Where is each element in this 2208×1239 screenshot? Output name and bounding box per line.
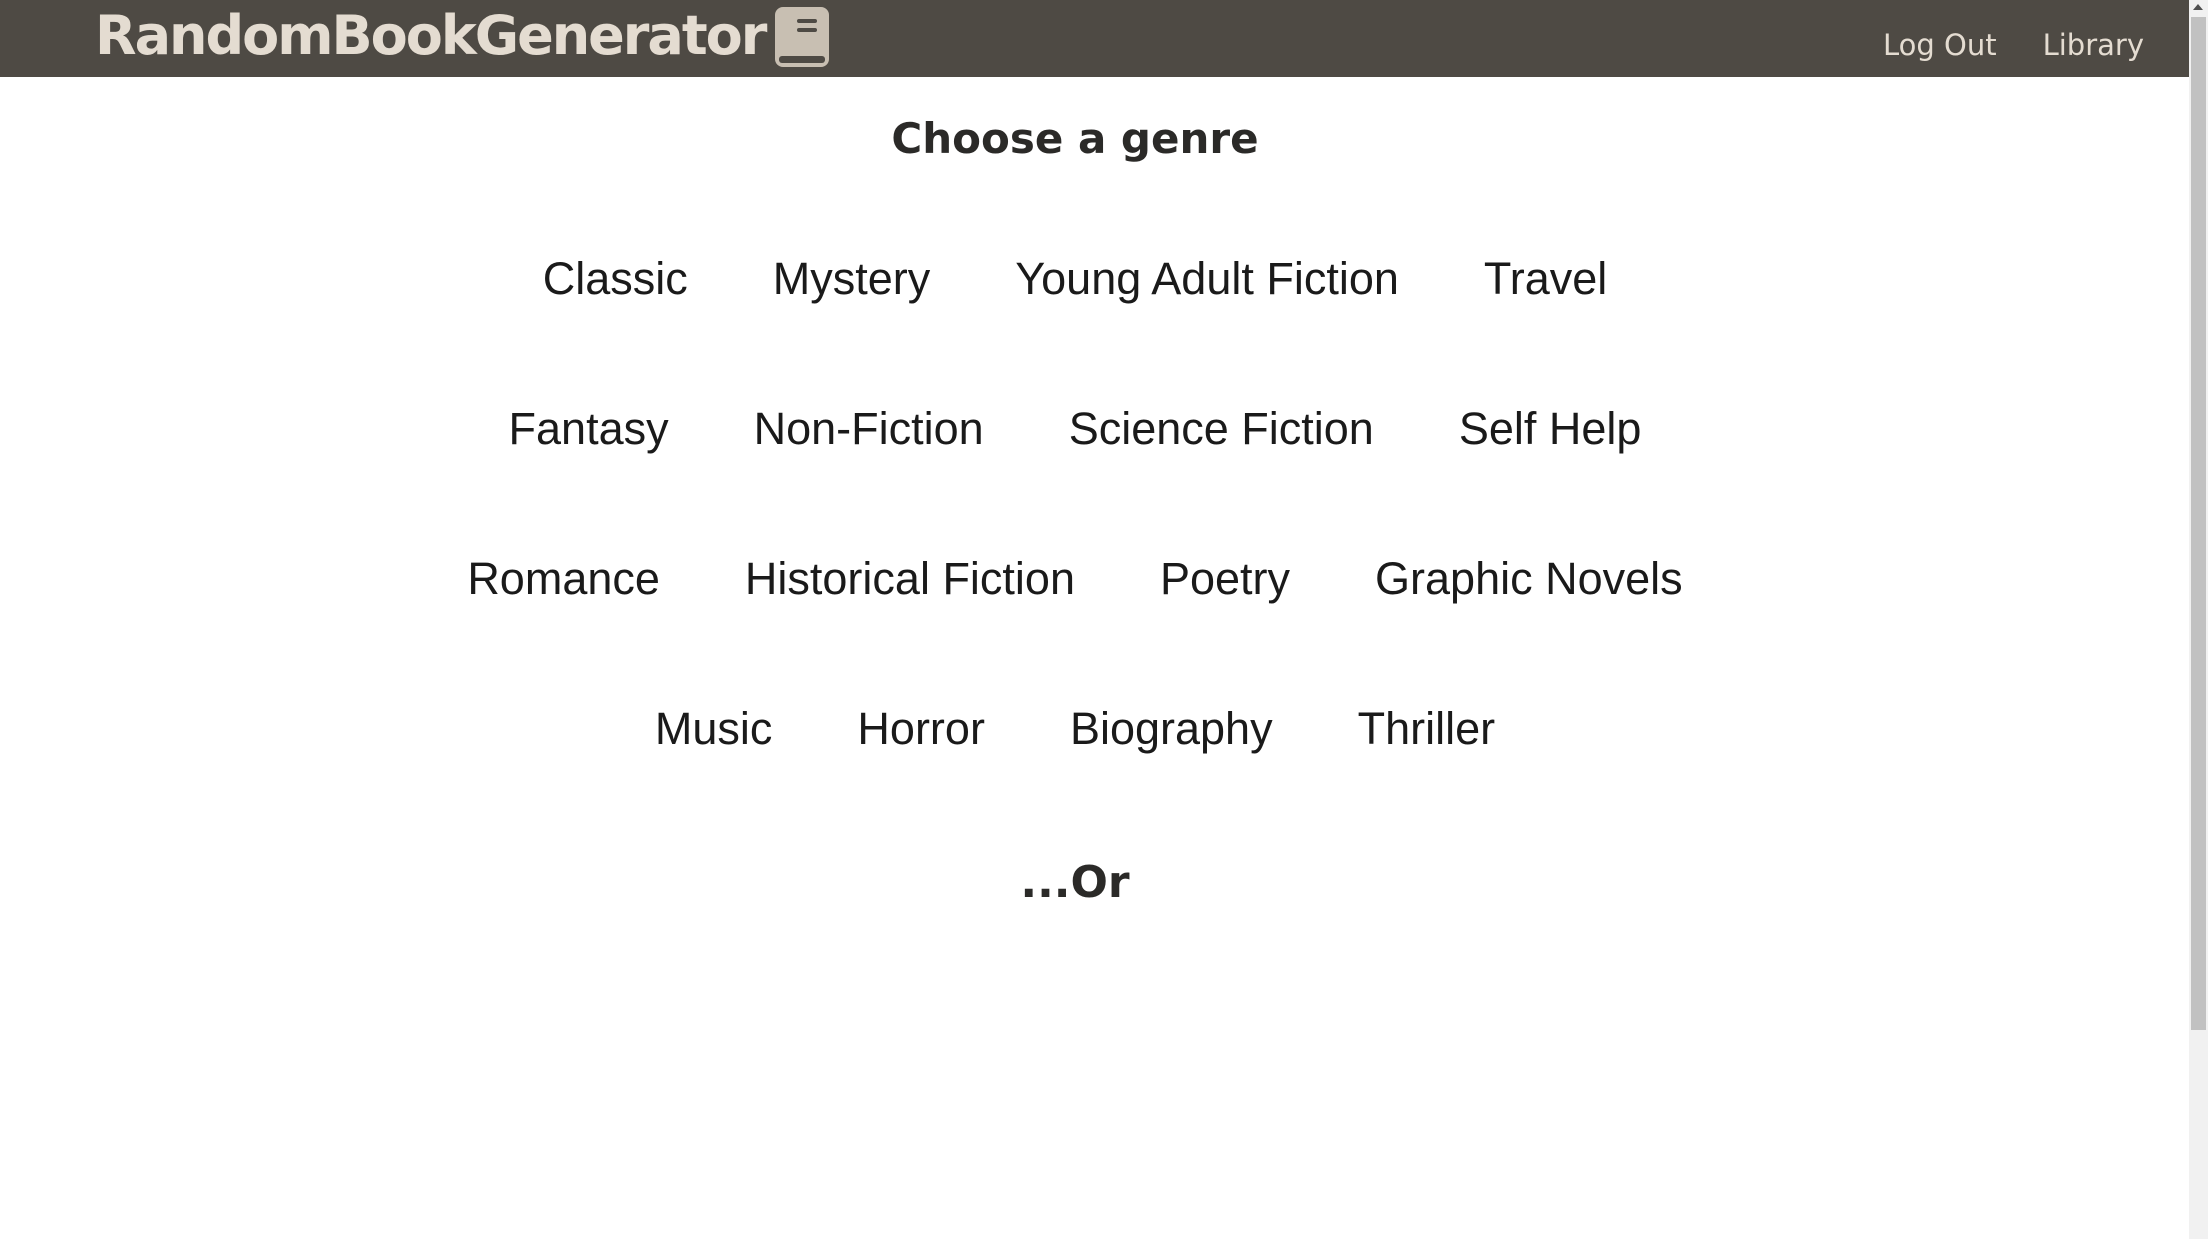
or-separator-text: ...Or [1020,857,1130,908]
genre-link-thriller[interactable]: Thriller [1358,706,1496,751]
logout-link[interactable]: Log Out [1883,28,1997,62]
genre-link-poetry[interactable]: Poetry [1160,556,1290,601]
genre-link-music[interactable]: Music [655,706,773,751]
genre-link-travel[interactable]: Travel [1484,256,1607,301]
genre-row: Music Horror Biography Thriller [0,706,2150,751]
genre-link-romance[interactable]: Romance [467,556,660,601]
genre-link-science-fiction[interactable]: Science Fiction [1069,406,1374,451]
genre-link-classic[interactable]: Classic [543,256,688,301]
genre-link-non-fiction[interactable]: Non-Fiction [754,406,984,451]
vertical-scrollbar[interactable] [2189,0,2208,1239]
scroll-up-arrow-icon[interactable] [2193,4,2203,10]
genre-link-horror[interactable]: Horror [857,706,985,751]
genre-link-self-help[interactable]: Self Help [1459,406,1642,451]
library-link[interactable]: Library [2043,28,2144,62]
genre-row: Classic Mystery Young Adult Fiction Trav… [0,256,2150,301]
genre-row: Fantasy Non-Fiction Science Fiction Self… [0,406,2150,451]
genre-link-historical-fiction[interactable]: Historical Fiction [745,556,1075,601]
top-navbar: RandomBookGenerator Log Out Library [0,0,2189,77]
genre-link-fantasy[interactable]: Fantasy [509,406,669,451]
genre-link-young-adult-fiction[interactable]: Young Adult Fiction [1015,256,1399,301]
brand-name: RandomBookGenerator [95,3,767,67]
genre-link-mystery[interactable]: Mystery [773,256,931,301]
genre-row: Romance Historical Fiction Poetry Graphi… [0,556,2150,601]
scrollbar-thumb[interactable] [2191,17,2206,1030]
brand-logo-link[interactable]: RandomBookGenerator [95,0,830,77]
nav-links: Log Out Library [1883,0,2144,77]
genre-link-graphic-novels[interactable]: Graphic Novels [1375,556,1683,601]
genre-link-biography[interactable]: Biography [1070,706,1273,751]
book-icon [775,6,830,67]
page-title: Choose a genre [891,114,1259,163]
